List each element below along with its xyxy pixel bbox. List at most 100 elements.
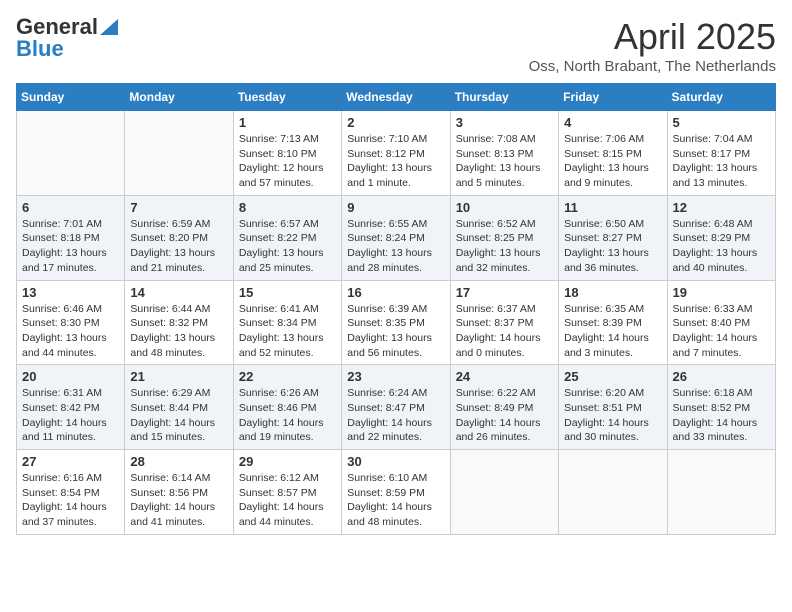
day-number: 18: [564, 285, 661, 300]
day-info: Sunrise: 6:20 AMSunset: 8:51 PMDaylight:…: [564, 386, 661, 445]
calendar-cell: 12 Sunrise: 6:48 AMSunset: 8:29 PMDayligh…: [667, 195, 775, 280]
calendar-week-row: 20Sunrise: 6:31 AMSunset: 8:42 PMDayligh…: [17, 365, 776, 450]
calendar-cell: 15 Sunrise: 6:41 AMSunset: 8:34 PMDayligh…: [233, 280, 341, 365]
calendar-cell: 29 Sunrise: 6:12 AMSunset: 8:57 PMDayligh…: [233, 450, 341, 535]
weekday-header-row: SundayMondayTuesdayWednesdayThursdayFrid…: [17, 84, 776, 111]
day-info: Sunrise: 6:22 AMSunset: 8:49 PMDaylight:…: [456, 386, 553, 445]
day-number: 26: [673, 369, 770, 384]
day-number: 16: [347, 285, 444, 300]
weekday-header-sunday: Sunday: [17, 84, 125, 111]
calendar-cell: 1Sunrise: 7:13 AMSunset: 8:10 PMDaylight…: [233, 111, 341, 196]
day-info: Sunrise: 7:10 AMSunset: 8:12 PMDaylight:…: [347, 132, 444, 191]
calendar-cell: 14 Sunrise: 6:44 AMSunset: 8:32 PMDayligh…: [125, 280, 233, 365]
calendar-cell: [450, 450, 558, 535]
day-number: 19: [673, 285, 770, 300]
day-number: 22: [239, 369, 336, 384]
day-number: 4: [564, 115, 661, 130]
logo-blue-text: Blue: [16, 38, 64, 60]
day-number: 14: [130, 285, 227, 300]
calendar-cell: 26 Sunrise: 6:18 AMSunset: 8:52 PMDayligh…: [667, 365, 775, 450]
title-area: April 2025 Oss, North Brabant, The Nethe…: [529, 16, 776, 75]
location-subtitle: Oss, North Brabant, The Netherlands: [529, 58, 776, 75]
calendar-cell: 3Sunrise: 7:08 AMSunset: 8:13 PMDaylight…: [450, 111, 558, 196]
calendar-cell: 19 Sunrise: 6:33 AMSunset: 8:40 PMDayligh…: [667, 280, 775, 365]
day-info: Sunrise: 7:01 AMSunset: 8:18 PMDaylight:…: [22, 217, 119, 276]
day-number: 13: [22, 285, 119, 300]
weekday-header-friday: Friday: [559, 84, 667, 111]
day-info: Sunrise: 6:16 AMSunset: 8:54 PMDaylight:…: [22, 471, 119, 530]
calendar-week-row: 1Sunrise: 7:13 AMSunset: 8:10 PMDaylight…: [17, 111, 776, 196]
month-title: April 2025: [529, 16, 776, 58]
day-info: Sunrise: 6:41 AMSunset: 8:34 PMDaylight:…: [239, 302, 336, 361]
day-info: Sunrise: 6:29 AMSunset: 8:44 PMDaylight:…: [130, 386, 227, 445]
day-info: Sunrise: 6:31 AMSunset: 8:42 PMDaylight:…: [22, 386, 119, 445]
day-number: 2: [347, 115, 444, 130]
day-info: Sunrise: 6:48 AMSunset: 8:29 PMDaylight:…: [673, 217, 770, 276]
day-info: Sunrise: 6:50 AMSunset: 8:27 PMDaylight:…: [564, 217, 661, 276]
day-number: 27: [22, 454, 119, 469]
day-number: 12: [673, 200, 770, 215]
day-info: Sunrise: 6:35 AMSunset: 8:39 PMDaylight:…: [564, 302, 661, 361]
calendar-cell: 5 Sunrise: 7:04 AMSunset: 8:17 PMDaylight…: [667, 111, 775, 196]
day-info: Sunrise: 6:37 AMSunset: 8:37 PMDaylight:…: [456, 302, 553, 361]
day-info: Sunrise: 6:18 AMSunset: 8:52 PMDaylight:…: [673, 386, 770, 445]
logo-triangle-icon: [100, 19, 118, 35]
logo: General Blue: [16, 16, 118, 60]
calendar-table: SundayMondayTuesdayWednesdayThursdayFrid…: [16, 83, 776, 535]
calendar-cell: 18 Sunrise: 6:35 AMSunset: 8:39 PMDayligh…: [559, 280, 667, 365]
calendar-cell: [667, 450, 775, 535]
calendar-cell: 30 Sunrise: 6:10 AMSunset: 8:59 PMDayligh…: [342, 450, 450, 535]
day-number: 8: [239, 200, 336, 215]
day-info: Sunrise: 7:06 AMSunset: 8:15 PMDaylight:…: [564, 132, 661, 191]
day-number: 30: [347, 454, 444, 469]
day-info: Sunrise: 6:14 AMSunset: 8:56 PMDaylight:…: [130, 471, 227, 530]
day-info: Sunrise: 7:13 AMSunset: 8:10 PMDaylight:…: [239, 132, 336, 191]
calendar-cell: 28Sunrise: 6:14 AMSunset: 8:56 PMDayligh…: [125, 450, 233, 535]
header: General Blue April 2025 Oss, North Braba…: [16, 16, 776, 75]
day-number: 10: [456, 200, 553, 215]
weekday-header-monday: Monday: [125, 84, 233, 111]
calendar-cell: 16 Sunrise: 6:39 AMSunset: 8:35 PMDayligh…: [342, 280, 450, 365]
calendar-cell: 22Sunrise: 6:26 AMSunset: 8:46 PMDayligh…: [233, 365, 341, 450]
day-info: Sunrise: 6:12 AMSunset: 8:57 PMDaylight:…: [239, 471, 336, 530]
day-number: 29: [239, 454, 336, 469]
calendar-cell: [17, 111, 125, 196]
calendar-cell: 10 Sunrise: 6:52 AMSunset: 8:25 PMDayligh…: [450, 195, 558, 280]
day-info: Sunrise: 6:59 AMSunset: 8:20 PMDaylight:…: [130, 217, 227, 276]
calendar-cell: 13 Sunrise: 6:46 AMSunset: 8:30 PMDayligh…: [17, 280, 125, 365]
weekday-header-saturday: Saturday: [667, 84, 775, 111]
day-number: 6: [22, 200, 119, 215]
day-info: Sunrise: 6:44 AMSunset: 8:32 PMDaylight:…: [130, 302, 227, 361]
day-info: Sunrise: 6:10 AMSunset: 8:59 PMDaylight:…: [347, 471, 444, 530]
day-number: 11: [564, 200, 661, 215]
calendar-cell: [559, 450, 667, 535]
calendar-week-row: 13 Sunrise: 6:46 AMSunset: 8:30 PMDayligh…: [17, 280, 776, 365]
day-number: 9: [347, 200, 444, 215]
day-number: 15: [239, 285, 336, 300]
calendar-cell: 25Sunrise: 6:20 AMSunset: 8:51 PMDayligh…: [559, 365, 667, 450]
calendar-cell: 8Sunrise: 6:57 AMSunset: 8:22 PMDaylight…: [233, 195, 341, 280]
day-number: 21: [130, 369, 227, 384]
calendar-week-row: 6 Sunrise: 7:01 AMSunset: 8:18 PMDaylight…: [17, 195, 776, 280]
day-info: Sunrise: 6:39 AMSunset: 8:35 PMDaylight:…: [347, 302, 444, 361]
day-number: 3: [456, 115, 553, 130]
day-info: Sunrise: 7:04 AMSunset: 8:17 PMDaylight:…: [673, 132, 770, 191]
calendar-cell: 17Sunrise: 6:37 AMSunset: 8:37 PMDayligh…: [450, 280, 558, 365]
logo-general-text: General: [16, 16, 98, 38]
day-number: 23: [347, 369, 444, 384]
calendar-cell: 2 Sunrise: 7:10 AMSunset: 8:12 PMDaylight…: [342, 111, 450, 196]
day-info: Sunrise: 6:55 AMSunset: 8:24 PMDaylight:…: [347, 217, 444, 276]
calendar-cell: 24 Sunrise: 6:22 AMSunset: 8:49 PMDayligh…: [450, 365, 558, 450]
day-info: Sunrise: 6:33 AMSunset: 8:40 PMDaylight:…: [673, 302, 770, 361]
day-info: Sunrise: 6:24 AMSunset: 8:47 PMDaylight:…: [347, 386, 444, 445]
calendar-cell: 7Sunrise: 6:59 AMSunset: 8:20 PMDaylight…: [125, 195, 233, 280]
day-info: Sunrise: 6:52 AMSunset: 8:25 PMDaylight:…: [456, 217, 553, 276]
day-info: Sunrise: 6:46 AMSunset: 8:30 PMDaylight:…: [22, 302, 119, 361]
calendar-cell: 11 Sunrise: 6:50 AMSunset: 8:27 PMDayligh…: [559, 195, 667, 280]
calendar-cell: 27 Sunrise: 6:16 AMSunset: 8:54 PMDayligh…: [17, 450, 125, 535]
calendar-cell: [125, 111, 233, 196]
day-number: 24: [456, 369, 553, 384]
calendar-cell: 20Sunrise: 6:31 AMSunset: 8:42 PMDayligh…: [17, 365, 125, 450]
calendar-cell: 23 Sunrise: 6:24 AMSunset: 8:47 PMDayligh…: [342, 365, 450, 450]
day-number: 5: [673, 115, 770, 130]
